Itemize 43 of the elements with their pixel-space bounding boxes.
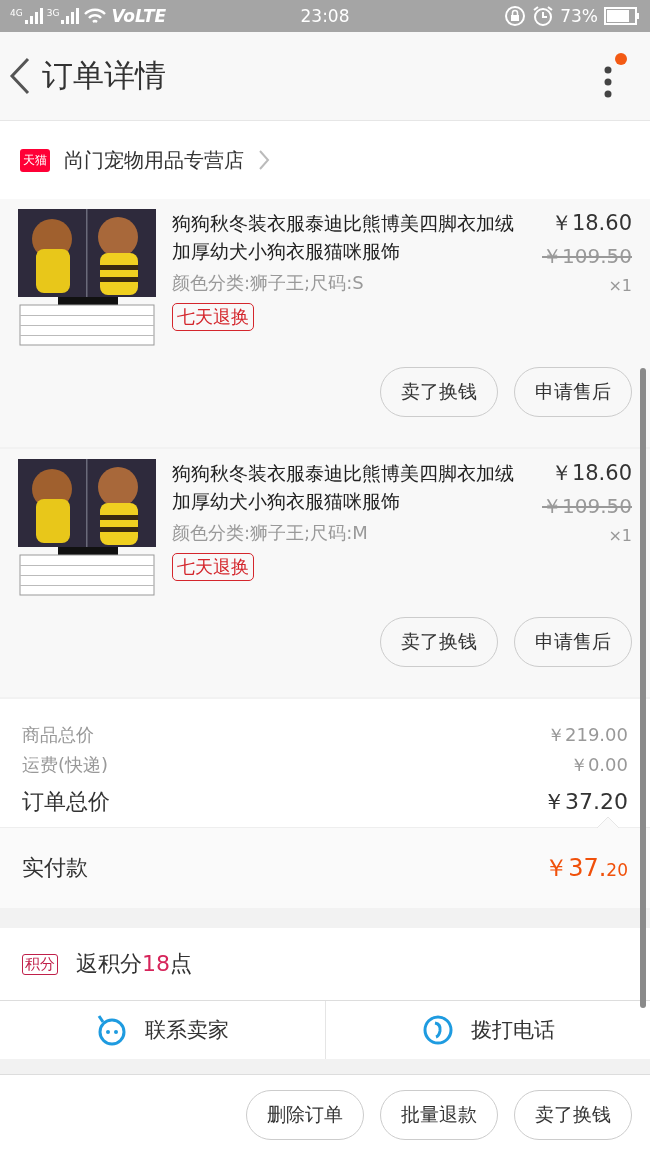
scrollbar[interactable] bbox=[640, 368, 646, 1008]
summary-label: 运费(快递) bbox=[22, 753, 109, 777]
return-tag: 七天退换 bbox=[172, 303, 254, 331]
action-button[interactable]: 申请售后 bbox=[514, 367, 632, 417]
quantity: ×1 bbox=[608, 526, 632, 545]
page-title: 订单详情 bbox=[42, 56, 166, 95]
contact-button[interactable]: 拨打电话 bbox=[324, 1001, 650, 1059]
battery-icon bbox=[604, 7, 640, 25]
battery-percent: 73% bbox=[560, 6, 598, 26]
action-button[interactable]: 卖了换钱 bbox=[380, 617, 498, 667]
wifi-icon bbox=[83, 7, 108, 25]
volte-label: VoLTE bbox=[111, 6, 167, 26]
summary-label: 商品总价 bbox=[22, 723, 94, 747]
quantity: ×1 bbox=[608, 276, 632, 295]
summary-value: ￥37.20 bbox=[543, 788, 628, 816]
original-price: ￥109.50 bbox=[542, 493, 632, 520]
back-icon[interactable] bbox=[8, 56, 32, 96]
product-price: ￥18.60 bbox=[550, 210, 632, 237]
paid-amount: ￥37.20 bbox=[544, 853, 628, 884]
summary-value: ￥0.00 bbox=[569, 753, 628, 777]
summary-value: ￥219.00 bbox=[547, 723, 628, 747]
original-price: ￥109.50 bbox=[542, 243, 632, 270]
product-spec: 颜色分类:狮子王;尺码:S bbox=[172, 271, 365, 295]
rotation-lock-icon bbox=[504, 5, 527, 27]
action-button[interactable]: 卖了换钱 bbox=[514, 1090, 632, 1140]
product-title[interactable]: 狗狗秋冬装衣服泰迪比熊博美四脚衣加绒加厚幼犬小狗衣服猫咪服饰 bbox=[172, 459, 522, 515]
contact-button[interactable]: 联系卖家 bbox=[0, 1001, 325, 1059]
action-button[interactable]: 申请售后 bbox=[514, 617, 632, 667]
action-button[interactable]: 卖了换钱 bbox=[380, 367, 498, 417]
shop-name[interactable]: 尚门宠物用品专营店 bbox=[64, 146, 244, 174]
clock-time: 23:08 bbox=[299, 6, 351, 26]
product-spec: 颜色分类:狮子王;尺码:M bbox=[172, 521, 369, 545]
points-badge: 积分 bbox=[22, 953, 58, 975]
paid-label: 实付款 bbox=[22, 854, 88, 882]
summary-label: 订单总价 bbox=[22, 788, 110, 816]
tmall-badge: 天猫 bbox=[20, 148, 50, 172]
points-text: 返积分18点 bbox=[76, 950, 192, 978]
action-button[interactable]: 删除订单 bbox=[246, 1090, 364, 1140]
action-button[interactable]: 批量退款 bbox=[380, 1090, 498, 1140]
product-title[interactable]: 狗狗秋冬装衣服泰迪比熊博美四脚衣加绒加厚幼犬小狗衣服猫咪服饰 bbox=[172, 209, 522, 265]
product-price: ￥18.60 bbox=[550, 460, 632, 487]
alarm-icon bbox=[532, 5, 555, 27]
return-tag: 七天退换 bbox=[172, 553, 254, 581]
